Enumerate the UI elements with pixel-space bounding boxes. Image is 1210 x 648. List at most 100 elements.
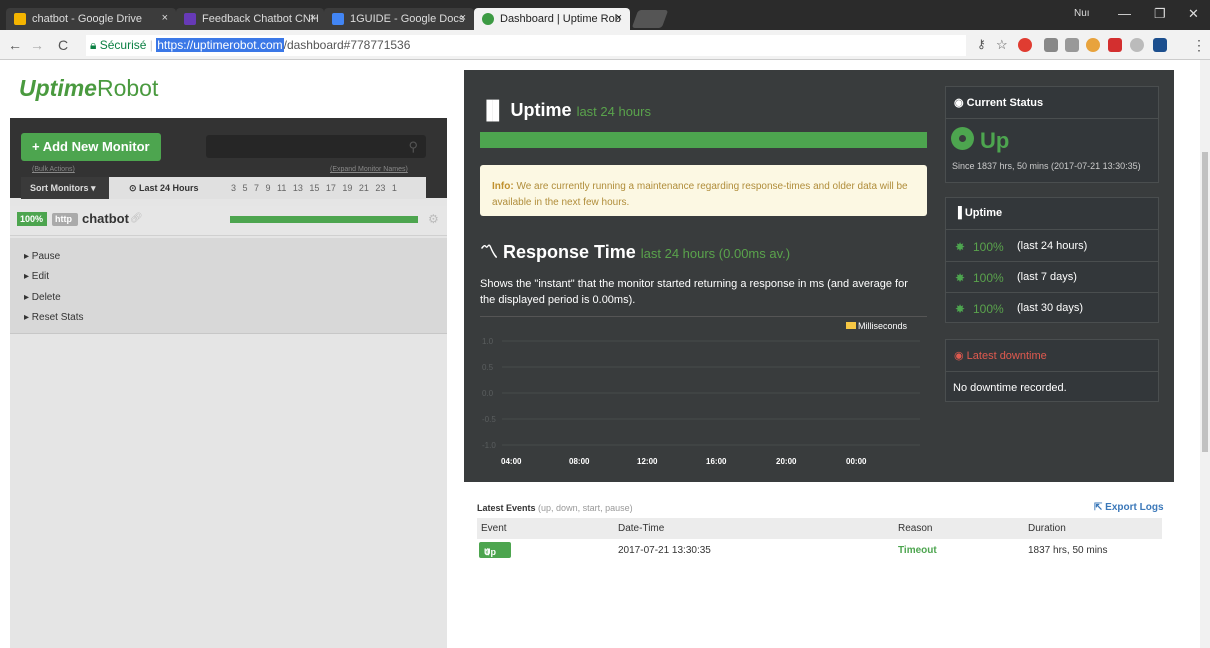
uptime-robot-logo[interactable]: UptimeRobot: [19, 75, 158, 102]
tab-title: chatbot - Google Drive: [32, 13, 143, 25]
x-tick-label: 08:00: [569, 457, 590, 466]
event-duration: 1837 hrs, 50 mins: [1028, 545, 1108, 556]
uptime-period: (last 7 days): [1017, 271, 1077, 283]
logo-robot-text: Robot: [96, 75, 159, 101]
y-tick-label: -1.0: [482, 441, 496, 450]
add-new-monitor-button[interactable]: + Add New Monitor: [21, 133, 161, 161]
url-field[interactable]: 🔒︎ Sécurisé | https://uptimerobot.com/da…: [86, 35, 966, 56]
monitor-search-input[interactable]: ⚲: [206, 135, 426, 158]
x-tick-label: 04:00: [501, 457, 522, 466]
browser-tab-bar: chatbot - Google Drive × Feedback Chatbo…: [0, 0, 1210, 30]
puzzle-extension-icon[interactable]: [1130, 38, 1144, 52]
uptime-section-title: ▐▌ Uptime last 24 hours: [480, 100, 651, 121]
y-tick-label: 0.0: [482, 389, 494, 398]
uptime-title-text: Uptime: [510, 100, 572, 120]
address-bar: ← → C 🔒︎ Sécurisé | https://uptimerobot.…: [0, 30, 1210, 60]
uptime-bar: [480, 132, 927, 148]
tab-title: Dashboard | Uptime Rob: [500, 13, 621, 25]
uptime-widget-title: ▐ Uptime: [946, 198, 1158, 230]
bar-chart-icon: ▐▌: [480, 100, 506, 120]
key-icon[interactable]: ⚷: [977, 37, 986, 51]
uptime-subtitle: last 24 hours: [576, 104, 651, 119]
sun-icon: ✸: [955, 302, 966, 316]
x-tick-label: 20:00: [776, 457, 797, 466]
events-title-text: Latest Events: [477, 503, 536, 513]
event-reason: Timeout: [898, 545, 937, 556]
sort-monitors-button[interactable]: Sort Monitors ▾: [21, 177, 109, 199]
current-status-value: Up: [980, 128, 1010, 153]
tab-google-docs[interactable]: 1GUIDE - Google Docs ×: [324, 8, 474, 30]
alert-icon: ◉: [954, 350, 964, 362]
camera-extension-icon[interactable]: [1065, 38, 1079, 52]
new-tab-button[interactable]: [631, 10, 669, 28]
secure-label: Sécurisé: [99, 38, 147, 52]
uptime-row: ✸ 100% (last 24 hours): [945, 231, 1159, 262]
trend-icon: 〽: [480, 242, 498, 262]
menu-pause[interactable]: ▸ Pause: [24, 251, 60, 262]
monitor-uptime-badge: 100%: [17, 212, 47, 226]
response-subtitle: last 24 hours (0.00ms av.): [640, 246, 791, 261]
latest-downtime-label: Latest downtime: [966, 350, 1047, 362]
menu-reset-stats[interactable]: ▸ Reset Stats: [24, 312, 84, 323]
forward-icon[interactable]: →: [30, 37, 44, 53]
link-icon[interactable]: 🔗︎: [130, 213, 143, 224]
red-extension-icon[interactable]: [1108, 38, 1122, 52]
uptime-row: ✸ 100% (last 7 days): [945, 262, 1159, 293]
window-close-icon[interactable]: ✕: [1188, 6, 1199, 22]
status-up-icon: [951, 127, 974, 150]
expand-names-link[interactable]: (Expand Monitor Names): [330, 166, 408, 173]
no-downtime-text: No downtime recorded.: [953, 382, 1067, 394]
table-row: ⇑ Up 2017-07-21 13:30:35 Timeout 1837 hr…: [477, 542, 1162, 562]
menu-edit[interactable]: ▸ Edit: [24, 271, 49, 282]
lock-icon: 🔒︎: [90, 38, 97, 52]
tab-google-drive[interactable]: chatbot - Google Drive ×: [6, 8, 176, 30]
legend-swatch: [846, 322, 856, 329]
tab-feedback[interactable]: Feedback Chatbot CNH ×: [176, 8, 324, 30]
sun-icon: ✸: [955, 271, 966, 285]
export-logs-link[interactable]: ⇱ Export Logs: [1094, 502, 1164, 513]
scrollbar-thumb[interactable]: [1202, 152, 1208, 452]
uptime-widget-label: Uptime: [964, 207, 1003, 219]
back-icon[interactable]: ←: [8, 37, 22, 53]
monitor-protocol-badge: http: [52, 213, 78, 226]
column-duration: Duration: [1028, 523, 1066, 534]
event-up-badge: ⇑ Up: [479, 542, 511, 558]
column-event: Event: [481, 523, 507, 534]
response-description: Shows the "instant" that the monitor sta…: [480, 278, 908, 306]
x-tick-label: 16:00: [706, 457, 727, 466]
bulk-actions-link[interactable]: (Bulk Actions): [32, 166, 75, 173]
menu-dots-icon[interactable]: ⋮: [1192, 37, 1206, 54]
tab-uptime-robot[interactable]: Dashboard | Uptime Rob ×: [474, 8, 630, 30]
column-datetime: Date-Time: [618, 523, 665, 534]
response-title-text: Response Time: [503, 242, 636, 262]
extension-off-icon[interactable]: [1044, 38, 1058, 52]
events-table-header: Event Date-Time Reason Duration: [477, 518, 1162, 539]
hour-ticks: 3 5 7 9 11 13 15 17 19 21 23 1: [231, 183, 397, 193]
tab-close-icon[interactable]: ×: [460, 12, 466, 24]
tab-close-icon[interactable]: ×: [310, 12, 316, 24]
reload-icon[interactable]: C: [58, 37, 68, 53]
tab-close-icon[interactable]: ×: [162, 12, 168, 24]
gear-icon[interactable]: ⚙: [428, 212, 439, 226]
info-label: Info:: [492, 181, 514, 192]
cookie-extension-icon[interactable]: [1086, 38, 1100, 52]
x-tick-label: 00:00: [846, 457, 867, 466]
monitor-name[interactable]: chatbot: [82, 211, 129, 226]
uptime-value: 100%: [973, 302, 1004, 316]
star-icon[interactable]: ☆: [996, 37, 1008, 53]
maximize-icon[interactable]: ❐: [1154, 6, 1166, 22]
menu-delete[interactable]: ▸ Delete: [24, 292, 61, 303]
profile-name[interactable]: Nuı: [1074, 8, 1090, 19]
info-alert: Info: We are currently running a mainten…: [480, 165, 927, 216]
blue-extension-icon[interactable]: [1153, 38, 1167, 52]
latest-events-title: Latest Events (up, down, start, pause): [477, 503, 633, 513]
opera-extension-icon[interactable]: [1018, 38, 1032, 52]
logo-uptime-text: Uptime: [19, 75, 97, 101]
url-path: /dashboard#778771536: [283, 38, 411, 52]
uptime-value: 100%: [973, 271, 1004, 285]
y-tick-label: 0.5: [482, 363, 494, 372]
uptime-robot-favicon: [482, 13, 494, 25]
tab-close-icon[interactable]: ×: [616, 12, 622, 24]
info-text: We are currently running a maintenance r…: [492, 181, 908, 208]
minimize-icon[interactable]: —: [1118, 6, 1131, 21]
